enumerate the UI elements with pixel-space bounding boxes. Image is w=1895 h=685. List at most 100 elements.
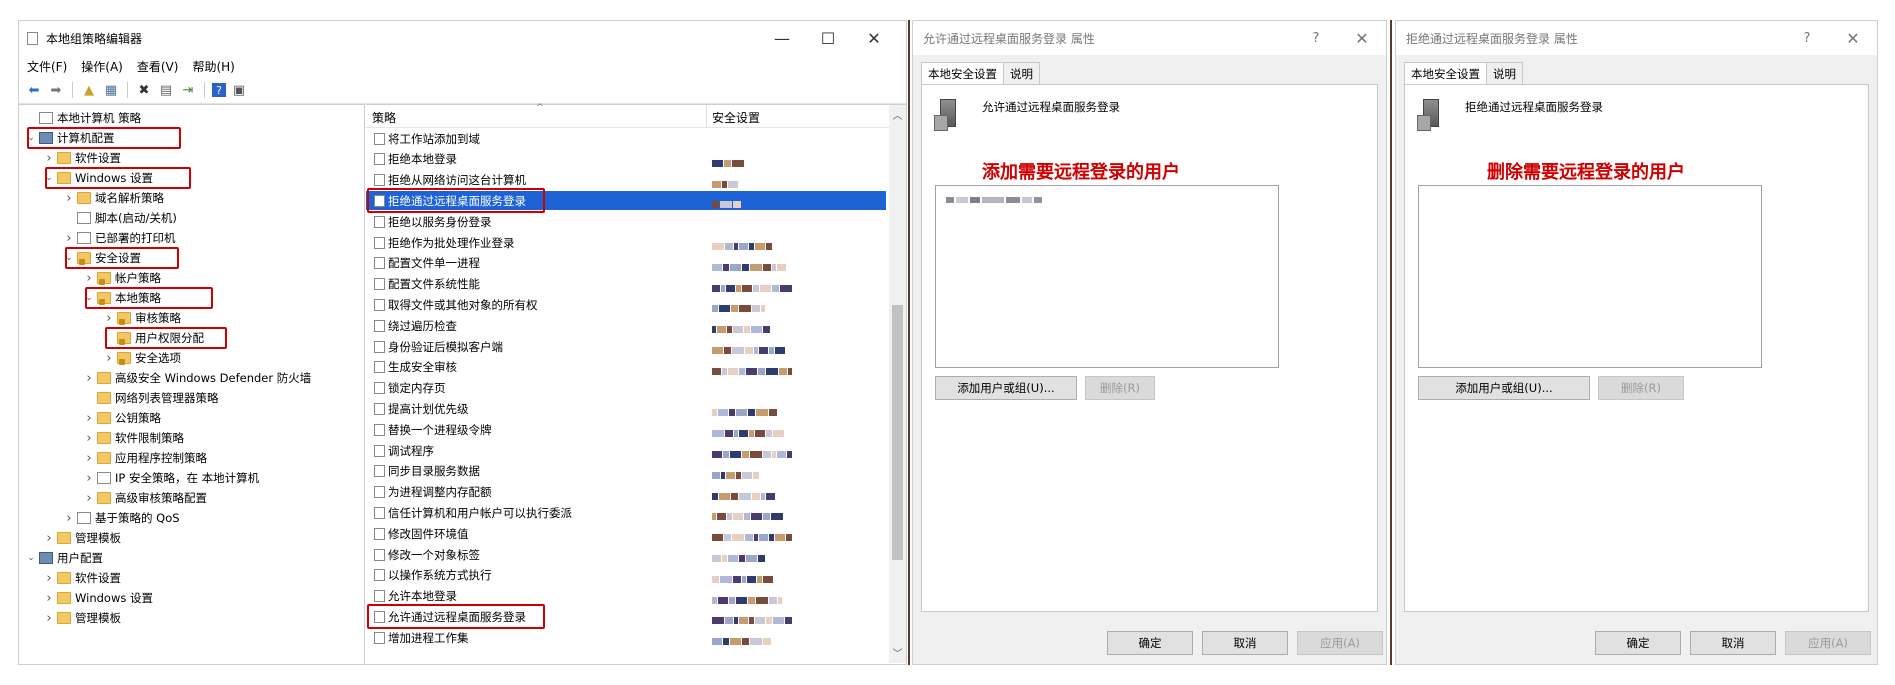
chevron-right-icon[interactable]: › (83, 471, 95, 486)
policy-row[interactable]: 生成安全审核 (366, 358, 886, 377)
policy-row[interactable]: 将工作站添加到域 (366, 129, 886, 148)
apply-button[interactable]: 应用(A) (1785, 631, 1871, 655)
policy-row[interactable]: 同步目录服务数据 (366, 462, 886, 481)
chevron-right-icon[interactable]: › (83, 411, 95, 426)
help-icon[interactable]: ? (1784, 21, 1830, 55)
tree-item[interactable]: › 高级审核策略配置 (83, 489, 207, 507)
policy-row[interactable]: 拒绝从网络访问这台计算机 (366, 171, 886, 190)
tree-item[interactable]: 脚本(启动/关机) (63, 209, 177, 227)
chevron-right-icon[interactable]: › (63, 511, 75, 526)
tree-item[interactable]: › 帐户策略 (83, 269, 161, 287)
policy-row[interactable]: 修改固件环境值 (366, 524, 886, 543)
policy-row[interactable]: 拒绝作为批处理作业登录 (366, 233, 886, 252)
properties-icon[interactable]: ▤ (157, 81, 175, 99)
chevron-right-icon[interactable]: › (83, 271, 95, 286)
tree-item[interactable]: › 管理模板 (43, 609, 121, 627)
add-user-button[interactable]: 添加用户或组(U)... (1418, 376, 1590, 400)
apply-button[interactable]: 应用(A) (1297, 631, 1383, 655)
show-tree-icon[interactable]: ▦ (102, 81, 120, 99)
menu-action[interactable]: 操作(A) (81, 58, 123, 75)
menu-file[interactable]: 文件(F) (27, 58, 67, 75)
maximize-icon[interactable]: ☐ (805, 21, 851, 55)
chevron-right-icon[interactable]: › (43, 531, 55, 546)
column-policy[interactable]: 策略 (372, 109, 396, 126)
help-icon[interactable]: ? (212, 83, 226, 97)
ok-button[interactable]: 确定 (1107, 631, 1193, 655)
ok-button[interactable]: 确定 (1595, 631, 1681, 655)
policy-row[interactable]: 以操作系统方式执行 (366, 566, 886, 585)
user-list-box[interactable] (935, 185, 1279, 368)
tree-item[interactable]: › 软件限制策略 (83, 429, 184, 447)
tree-item[interactable]: › 公钥策略 (83, 409, 161, 427)
chevron-right-icon[interactable]: › (103, 351, 115, 366)
tree-item[interactable]: › IP 安全策略，在 本地计算机 (83, 469, 259, 487)
column-setting[interactable]: 安全设置 (712, 109, 760, 126)
policy-row[interactable]: 信任计算机和用户帐户可以执行委派 (366, 503, 886, 522)
tree-item[interactable]: › 管理模板 (43, 529, 121, 547)
policy-row[interactable]: 拒绝以服务身份登录 (366, 212, 886, 231)
user-list-box[interactable] (1418, 185, 1762, 368)
close-icon[interactable]: ✕ (851, 21, 897, 55)
minimize-icon[interactable]: — (759, 21, 805, 55)
policy-row[interactable]: 取得文件或其他对象的所有权 (366, 295, 886, 314)
close-icon[interactable]: ✕ (1830, 21, 1876, 55)
chevron-right-icon[interactable]: › (83, 491, 95, 506)
scroll-down-icon[interactable]: ﹀ (889, 645, 906, 660)
tree-item[interactable]: 本地计算机 策略 (25, 109, 141, 127)
tree-item[interactable]: › 基于策略的 QoS (63, 509, 179, 527)
chevron-right-icon[interactable]: › (43, 591, 55, 606)
up-folder-icon[interactable]: ▲ (80, 81, 98, 99)
policy-row[interactable]: 修改一个对象标签 (366, 545, 886, 564)
policy-row[interactable]: 配置文件系统性能 (366, 275, 886, 294)
policy-row[interactable]: 身份验证后模拟客户端 (366, 337, 886, 356)
export-icon[interactable]: ⇥ (179, 81, 197, 99)
chevron-right-icon[interactable]: › (103, 311, 115, 326)
tree-item[interactable]: › 审核策略 (103, 309, 181, 327)
tree-item[interactable]: › 高级安全 Windows Defender 防火墙 (83, 369, 311, 387)
tree-item[interactable]: › 域名解析策略 (63, 189, 164, 207)
tree-item[interactable]: › 已部署的打印机 (63, 229, 175, 247)
scroll-up-icon[interactable]: ︿ (889, 107, 906, 122)
cancel-button[interactable]: 取消 (1690, 631, 1776, 655)
back-icon[interactable]: ⬅ (25, 81, 43, 99)
policy-row[interactable]: 增加进程工作集 (366, 628, 886, 647)
view-icon[interactable]: ▣ (230, 81, 248, 99)
policy-row[interactable]: 锁定内存页 (366, 379, 886, 398)
chevron-right-icon[interactable]: › (43, 611, 55, 626)
tree-item[interactable]: ⌄ 用户配置 (25, 549, 103, 567)
tab-explain[interactable]: 说明 (1003, 62, 1040, 84)
policy-row[interactable]: 允许本地登录 (366, 587, 886, 606)
policy-row[interactable]: 拒绝本地登录 (366, 150, 886, 169)
tree-item[interactable]: › 软件设置 (43, 569, 121, 587)
policy-row[interactable]: 绕过遍历检查 (366, 316, 886, 335)
close-icon[interactable]: ✕ (1339, 21, 1385, 55)
chevron-right-icon[interactable]: › (43, 571, 55, 586)
chevron-right-icon[interactable]: › (83, 451, 95, 466)
policy-row[interactable]: 配置文件单一进程 (366, 254, 886, 273)
tree-item[interactable]: › 安全选项 (103, 349, 181, 367)
cancel-button[interactable]: 取消 (1202, 631, 1288, 655)
remove-button[interactable]: 删除(R) (1085, 376, 1155, 400)
tree-item[interactable]: 网络列表管理器策略 (83, 389, 219, 407)
tab-explain[interactable]: 说明 (1486, 62, 1523, 84)
delete-icon[interactable]: ✖ (135, 81, 153, 99)
tree-item[interactable]: › Windows 设置 (43, 589, 153, 607)
policy-row[interactable]: 提高计划优先级 (366, 399, 886, 418)
scroll-thumb[interactable] (892, 305, 903, 560)
tab-local-security[interactable]: 本地安全设置 (1404, 62, 1487, 84)
chevron-right-icon[interactable]: › (83, 371, 95, 386)
chevron-right-icon[interactable]: › (63, 191, 75, 206)
chevron-right-icon[interactable]: › (63, 231, 75, 246)
chevron-right-icon[interactable]: › (83, 431, 95, 446)
menu-view[interactable]: 查看(V) (137, 58, 179, 75)
policy-row[interactable]: 替换一个进程级令牌 (366, 420, 886, 439)
forward-icon[interactable]: ➡ (47, 81, 65, 99)
menu-help[interactable]: 帮助(H) (192, 58, 234, 75)
chevron-right-icon[interactable]: › (43, 151, 55, 166)
help-icon[interactable]: ? (1293, 21, 1339, 55)
tree-item[interactable]: › 软件设置 (43, 149, 121, 167)
policy-row[interactable]: 调试程序 (366, 441, 886, 460)
remove-button[interactable]: 删除(R) (1598, 376, 1684, 400)
chevron-down-icon[interactable]: ⌄ (25, 553, 37, 563)
add-user-button[interactable]: 添加用户或组(U)... (935, 376, 1077, 400)
